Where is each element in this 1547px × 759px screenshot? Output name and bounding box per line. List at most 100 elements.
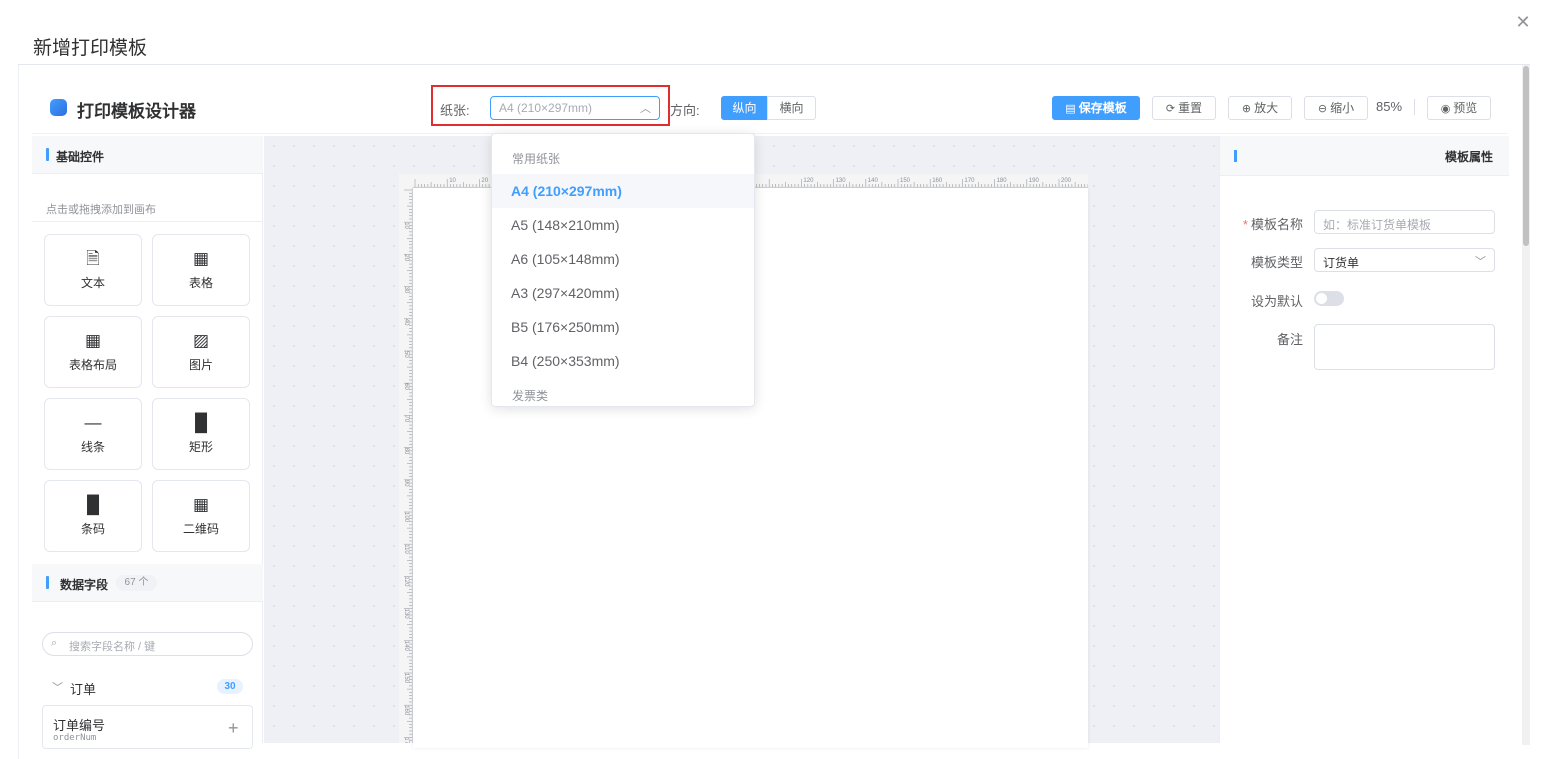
component-qrcode[interactable]: ▦ 二维码 xyxy=(152,480,250,552)
landscape-button[interactable]: 横向 xyxy=(767,96,816,120)
field-name: 订单编号 xyxy=(53,718,106,733)
ruler-tick-label: 110 xyxy=(403,544,409,554)
eye-icon: ◉ xyxy=(1440,103,1451,115)
ruler-tick-label: 20 xyxy=(403,254,409,261)
field-key: orderNum xyxy=(53,733,97,743)
field-item[interactable]: 订单编号 orderNum + xyxy=(42,705,253,749)
bar-chart-icon: ▐▌ xyxy=(80,495,106,514)
dropdown-group-invoice: 发票类 xyxy=(512,389,549,403)
template-props-title: 模板属性 xyxy=(1445,150,1494,164)
save-template-label: 保存模板 xyxy=(1078,101,1127,115)
remark-textarea[interactable] xyxy=(1314,324,1495,370)
ruler-tick-label: 120 xyxy=(803,178,814,184)
paper-option-a5[interactable]: A5 (148×210mm) xyxy=(492,208,754,242)
plus-icon[interactable]: + xyxy=(228,718,239,739)
template-name-label: * 模板名称 xyxy=(1223,214,1303,233)
add-hint: 点击或拖拽添加到画布 xyxy=(46,204,156,216)
scrollbar-thumb[interactable] xyxy=(1523,66,1529,246)
required-mark: * xyxy=(1242,217,1248,232)
set-default-switch[interactable] xyxy=(1314,291,1344,306)
template-name-label-text: 模板名称 xyxy=(1250,217,1303,232)
reset-label: 重置 xyxy=(1178,101,1203,115)
component-rect[interactable]: ▐▌ 矩形 xyxy=(152,398,250,470)
search-icon: ⌕ xyxy=(51,637,58,649)
component-label: 二维码 xyxy=(182,522,219,536)
ruler-tick-label: 100 xyxy=(403,512,409,523)
paper-dropdown: 常用纸张 A4 (210×297mm) A5 (148×210mm) A6 (1… xyxy=(491,133,755,407)
component-barcode[interactable]: ▐▌ 条码 xyxy=(44,480,142,552)
ruler-tick-label: 10 xyxy=(403,222,409,229)
ruler-corner xyxy=(399,174,413,188)
preview-button[interactable]: ◉ 预览 xyxy=(1427,96,1491,120)
field-group-count: 30 xyxy=(217,679,243,694)
toolbar-separator xyxy=(1414,99,1415,115)
grid-icon: ▦ xyxy=(84,331,102,350)
component-label: 矩形 xyxy=(188,440,213,454)
document-icon: 🗎 xyxy=(86,249,100,268)
ruler-tick-label: 30 xyxy=(403,287,409,294)
document-icon: ▤ xyxy=(1065,103,1076,115)
logo-icon xyxy=(50,99,67,116)
ruler-tick-label: 170 xyxy=(403,737,409,743)
ruler-tick-label: 180 xyxy=(997,178,1008,184)
component-line[interactable]: — 线条 xyxy=(44,398,142,470)
component-label: 表格布局 xyxy=(68,358,117,372)
ruler-tick-label: 10 xyxy=(449,178,456,184)
zoom-out-button[interactable]: ⊖ 缩小 xyxy=(1304,96,1368,120)
paper-select[interactable]: A4 (210×297mm) ︿ xyxy=(490,96,660,120)
field-search-input[interactable]: ⌕ 搜索字段名称 / 键 xyxy=(42,632,253,656)
component-table-layout[interactable]: ▦ 表格布局 xyxy=(44,316,142,388)
ruler-tick-label: 190 xyxy=(1029,178,1040,184)
ruler-left: 10 20 30 40 50 60 70 80 90 100 110 120 130 140 150 160 1… xyxy=(399,188,413,743)
switch-knob xyxy=(1316,293,1327,304)
component-label: 表格 xyxy=(188,276,213,290)
paper-option-b5[interactable]: B5 (176×250mm) xyxy=(492,310,754,344)
ruler-tick-label: 170 xyxy=(964,178,975,184)
reset-button[interactable]: ⟳ 重置 xyxy=(1152,96,1216,120)
dialog: 新增打印模板 ✕ 打印模板设计器 纸张: A4 (210×297mm) ︿ 方向… xyxy=(0,0,1547,759)
basic-controls-title: 基础控件 xyxy=(56,150,105,164)
zoom-out-icon: ⊖ xyxy=(1317,103,1328,115)
ruler-tick-label: 70 xyxy=(403,415,409,422)
data-fields-title: 数据字段 xyxy=(60,578,109,592)
dialog-title: 新增打印模板 xyxy=(33,38,148,59)
ruler-tick-label: 120 xyxy=(403,576,409,587)
zoom-in-icon: ⊕ xyxy=(1241,103,1252,115)
section-bar xyxy=(46,576,49,589)
image-icon: ▨ xyxy=(192,331,210,350)
paper-option-b4[interactable]: B4 (250×353mm) xyxy=(492,344,754,378)
refresh-icon: ⟳ xyxy=(1165,103,1176,115)
remark-label: 备注 xyxy=(1276,332,1303,347)
ruler-tick-label: 200 xyxy=(1061,178,1072,184)
paper-option-a3[interactable]: A3 (297×420mm) xyxy=(492,276,754,310)
ruler-tick-label: 130 xyxy=(403,609,409,620)
zoom-in-button[interactable]: ⊕ 放大 xyxy=(1228,96,1292,120)
portrait-button[interactable]: 纵向 xyxy=(721,96,768,120)
component-image[interactable]: ▨ 图片 xyxy=(152,316,250,388)
chevron-down-icon: ﹀ xyxy=(1475,256,1486,268)
template-name-input[interactable]: 如：标准订货单模板 xyxy=(1314,210,1495,234)
chevron-down-icon[interactable]: ﹀ xyxy=(52,679,63,695)
ruler-tick-label: 150 xyxy=(900,178,911,184)
paper-option-a4[interactable]: A4 (210×297mm) xyxy=(492,174,754,208)
ruler-left-ticks: 10 20 30 40 50 60 70 80 90 100 110 120 130 140 150 160 1… xyxy=(403,189,412,743)
component-text[interactable]: 🗎 文本 xyxy=(44,234,142,306)
ruler-tick-label: 20 xyxy=(481,178,488,184)
paper-option-a6[interactable]: A6 (105×148mm) xyxy=(492,242,754,276)
ruler-tick-label: 130 xyxy=(836,178,847,184)
zoom-in-label: 放大 xyxy=(1254,101,1279,115)
paper-select-value: A4 (210×297mm) xyxy=(499,101,593,115)
fields-count-badge: 67 个 xyxy=(116,575,157,591)
field-group-title[interactable]: 订单 xyxy=(70,679,96,698)
component-table[interactable]: ▦ 表格 xyxy=(152,234,250,306)
preview-label: 预览 xyxy=(1453,101,1478,115)
component-label: 文本 xyxy=(80,276,105,290)
template-type-select[interactable]: 订货单 ﹀ xyxy=(1314,248,1495,272)
zoom-level: 85% xyxy=(1376,99,1403,114)
set-default-label: 设为默认 xyxy=(1250,294,1303,309)
ruler-tick-label: 140 xyxy=(403,641,409,652)
ruler-tick-label: 160 xyxy=(932,178,943,184)
ruler-tick-label: 140 xyxy=(868,178,879,184)
save-template-button[interactable]: ▤ 保存模板 xyxy=(1052,96,1140,120)
close-icon[interactable]: ✕ xyxy=(1513,12,1533,32)
